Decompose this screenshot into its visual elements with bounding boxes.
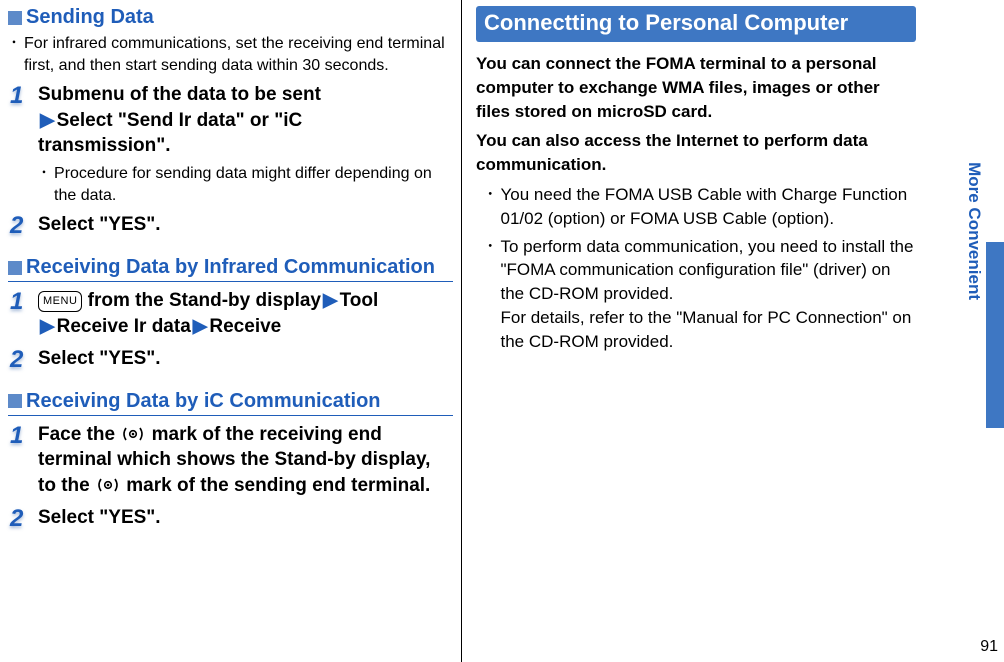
step-2-ir: 2 Select "YES". — [10, 346, 453, 372]
step-number: 1 — [10, 288, 38, 339]
bullet-text-wrap: To perform data communication, you need … — [501, 235, 917, 354]
step-1-ic: 1 Face the mark of the receiving end ter… — [10, 422, 453, 499]
step-number: 1 — [10, 82, 38, 206]
step-body: Select "YES". — [38, 212, 453, 238]
manual-page: Sending Data ･ For infrared communicatio… — [0, 0, 1004, 662]
step-text: mark of the sending end terminal. — [126, 475, 430, 496]
note-sending: ･ For infrared communications, set the r… — [8, 33, 453, 76]
step-subnote-text: Procedure for sending data might differ … — [54, 163, 453, 206]
felica-icon — [120, 425, 146, 443]
step-body: Select "YES". — [38, 505, 453, 531]
bullet-text: To perform data communication, you need … — [501, 237, 914, 304]
step-body: MENU from the Stand-by display▶Tool ▶Rec… — [38, 288, 453, 339]
heading-sending-data: Sending Data — [8, 6, 453, 29]
left-column: Sending Data ･ For infrared communicatio… — [0, 0, 462, 662]
menu-button-icon: MENU — [38, 291, 82, 312]
step-number: 2 — [10, 505, 38, 531]
side-label: More Convenient — [964, 162, 984, 300]
heading-text: Receiving Data by iC Communication — [26, 390, 381, 413]
bullet-item: ･ To perform data communication, you nee… — [486, 235, 916, 354]
page-number: 91 — [980, 638, 998, 656]
bullet-dot-icon: ･ — [10, 33, 18, 76]
heading-rule — [8, 281, 453, 282]
bullet-dot-icon: ･ — [486, 183, 495, 231]
step-number: 2 — [10, 346, 38, 372]
step-text: Receive — [209, 316, 281, 337]
step-line: Submenu of the data to be sent — [38, 84, 321, 105]
step-line: transmission". — [38, 135, 171, 156]
step-text: Tool — [340, 290, 379, 311]
step-number: 1 — [10, 422, 38, 499]
heading-square-icon — [8, 11, 22, 25]
heading-receive-ir: Receiving Data by Infrared Communication — [8, 256, 453, 279]
arrow-icon: ▶ — [191, 316, 210, 337]
step-number: 2 — [10, 212, 38, 238]
heading-text: Receiving Data by Infrared Communication — [26, 256, 435, 279]
step-body: Face the mark of the receiving end termi… — [38, 422, 453, 499]
step-2-send: 2 Select "YES". — [10, 212, 453, 238]
bullet-subtext: For details, refer to the "Manual for PC… — [501, 308, 912, 351]
heading-text: Sending Data — [26, 6, 154, 29]
side-accent — [986, 242, 1004, 428]
intro-para: You can also access the Internet to perf… — [476, 129, 916, 177]
note-text: For infrared communications, set the rec… — [24, 33, 453, 76]
intro-para: You can connect the FOMA terminal to a p… — [476, 52, 916, 123]
step-text: Face the — [38, 424, 120, 445]
bullet-text: You need the FOMA USB Cable with Charge … — [501, 183, 917, 231]
right-column: Connectting to Personal Computer You can… — [462, 0, 924, 662]
arrow-icon: ▶ — [321, 290, 340, 311]
step-text: Receive Ir data — [57, 316, 191, 337]
heading-square-icon — [8, 261, 22, 275]
felica-icon — [95, 476, 121, 494]
step-subnote: ･ Procedure for sending data might diffe… — [38, 163, 453, 206]
step-1-send: 1 Submenu of the data to be sent ▶Select… — [10, 82, 453, 206]
step-2-ic: 2 Select "YES". — [10, 505, 453, 531]
heading-square-icon — [8, 394, 22, 408]
bullet-dot-icon: ･ — [40, 163, 48, 206]
heading-receive-ic: Receiving Data by iC Communication — [8, 390, 453, 413]
step-1-ir: 1 MENU from the Stand-by display▶Tool ▶R… — [10, 288, 453, 339]
step-body: Submenu of the data to be sent ▶Select "… — [38, 82, 453, 206]
section-title-band: Connectting to Personal Computer — [476, 6, 916, 42]
arrow-icon: ▶ — [38, 316, 57, 337]
bullet-item: ･ You need the FOMA USB Cable with Charg… — [486, 183, 916, 231]
step-line: Select "Send Ir data" or "iC — [57, 110, 303, 131]
side-tab: More Convenient 91 — [960, 0, 1004, 662]
step-text: from the Stand-by display — [82, 290, 321, 311]
bullet-dot-icon: ･ — [486, 235, 495, 354]
arrow-icon: ▶ — [38, 110, 57, 131]
heading-rule — [8, 415, 453, 416]
step-body: Select "YES". — [38, 346, 453, 372]
